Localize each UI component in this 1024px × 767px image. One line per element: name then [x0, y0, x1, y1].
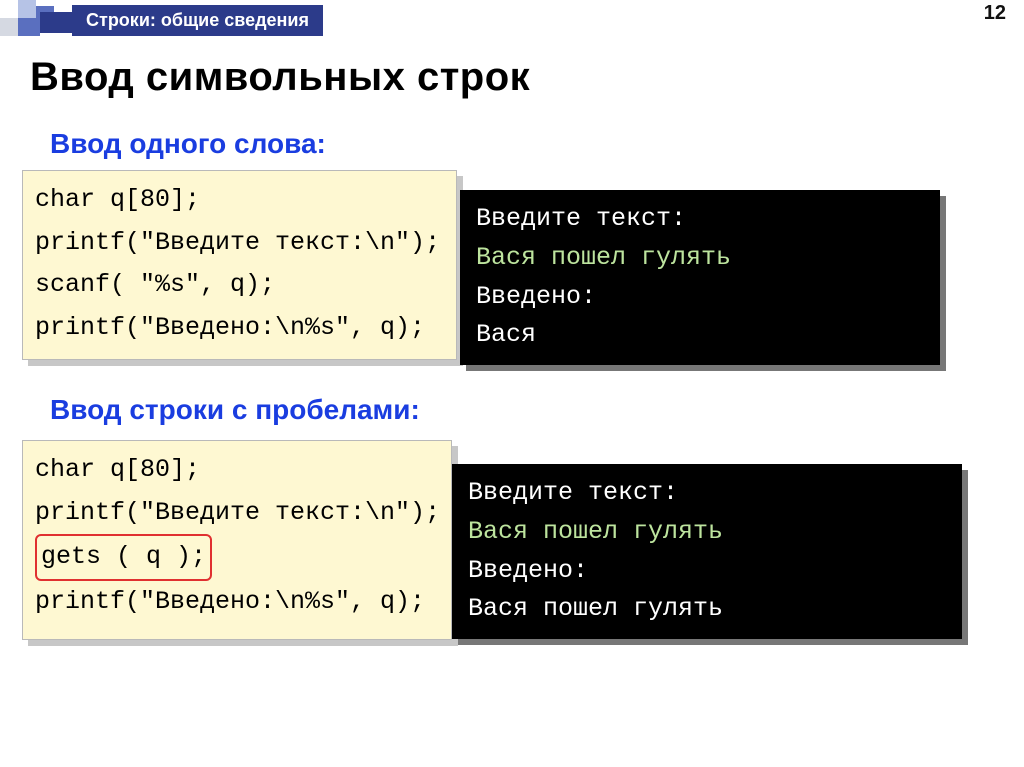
- code-line: printf("Введено:\n%s", q);: [35, 307, 444, 350]
- terminal-user-input: Вася пошел гулять: [468, 517, 723, 546]
- page-number: 12: [984, 2, 1006, 25]
- decorative-squares: [0, 0, 72, 36]
- page-title: Ввод символьных строк: [30, 55, 530, 100]
- code-block-1: char q[80]; printf("Введите текст:\n"); …: [22, 170, 457, 360]
- section1-heading: Ввод одного слова:: [50, 128, 326, 160]
- code-block-2: char q[80]; printf("Введите текст:\n"); …: [22, 440, 452, 640]
- terminal-user-input: Вася пошел гулять: [476, 243, 731, 272]
- terminal-line: Введите текст:: [468, 478, 678, 507]
- terminal-output-2: Введите текст: Вася пошел гулять Введено…: [452, 464, 962, 639]
- terminal-line: Вася: [476, 320, 536, 349]
- code-line: scanf( "%s", q);: [35, 264, 444, 307]
- code-line: gets ( q );: [35, 534, 439, 581]
- terminal-line: Введите текст:: [476, 204, 686, 233]
- code-line: char q[80];: [35, 449, 439, 492]
- code-line: char q[80];: [35, 179, 444, 222]
- terminal-line: Введено:: [476, 282, 596, 311]
- terminal-line: Введено:: [468, 556, 588, 585]
- breadcrumb: Строки: общие сведения: [72, 5, 323, 36]
- terminal-output-1: Введите текст: Вася пошел гулять Введено…: [460, 190, 940, 365]
- code-line: printf("Введите текст:\n");: [35, 222, 444, 265]
- code-line: printf("Введено:\n%s", q);: [35, 581, 439, 624]
- section2-heading: Ввод строки с пробелами:: [50, 394, 420, 426]
- terminal-line: Вася пошел гулять: [468, 594, 723, 623]
- gets-highlight: gets ( q );: [35, 534, 212, 581]
- code-line: printf("Введите текст:\n");: [35, 492, 439, 535]
